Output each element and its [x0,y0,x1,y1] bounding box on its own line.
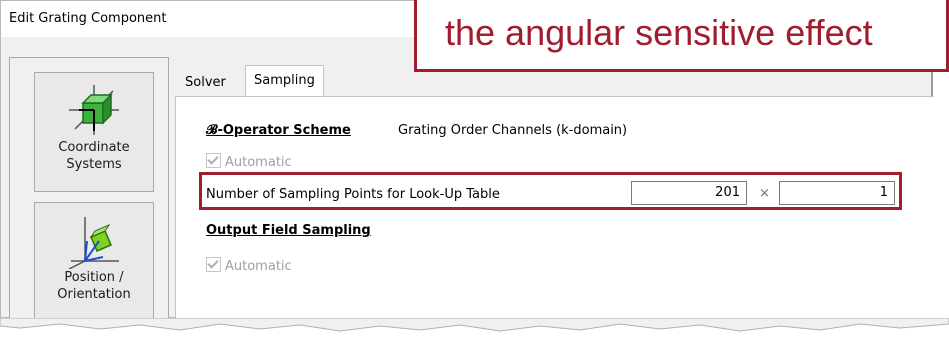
coordinate-systems-icon [69,85,119,135]
output-field-sampling-heading: Output Field Sampling [206,223,371,238]
checkbox-icon [206,153,221,168]
checkbox-icon [206,257,221,272]
position-orientation-label-2: Orientation [57,287,131,302]
automatic-label-2: Automatic [225,259,292,274]
automatic-label-1: Automatic [225,155,292,170]
sidebar: Coordinate Systems Position / Orientatio… [9,57,169,322]
callout-banner: the angular sensitive effect [414,0,949,72]
torn-edge [0,318,949,332]
tab-sampling[interactable]: Sampling [245,65,324,97]
operator-scheme-value: Grating Order Channels (k-domain) [398,123,628,138]
position-orientation-label-1: Position / [64,270,124,285]
highlight-box [199,172,902,210]
automatic-checkbox-2[interactable]: Automatic [206,257,292,274]
automatic-checkbox-1[interactable]: Automatic [206,153,292,170]
tab-solver[interactable]: Solver [177,71,234,95]
coordinate-systems-label-1: Coordinate [58,140,130,155]
position-orientation-icon [68,217,119,269]
coordinate-systems-button[interactable]: Coordinate Systems [34,72,154,192]
callout-text: the angular sensitive effect [445,12,873,53]
window-title: Edit Grating Component [9,11,167,26]
position-orientation-button[interactable]: Position / Orientation [34,202,154,322]
coordinate-systems-label-2: Systems [66,157,122,172]
operator-scheme-heading: 𝓑-Operator Scheme [206,123,351,138]
